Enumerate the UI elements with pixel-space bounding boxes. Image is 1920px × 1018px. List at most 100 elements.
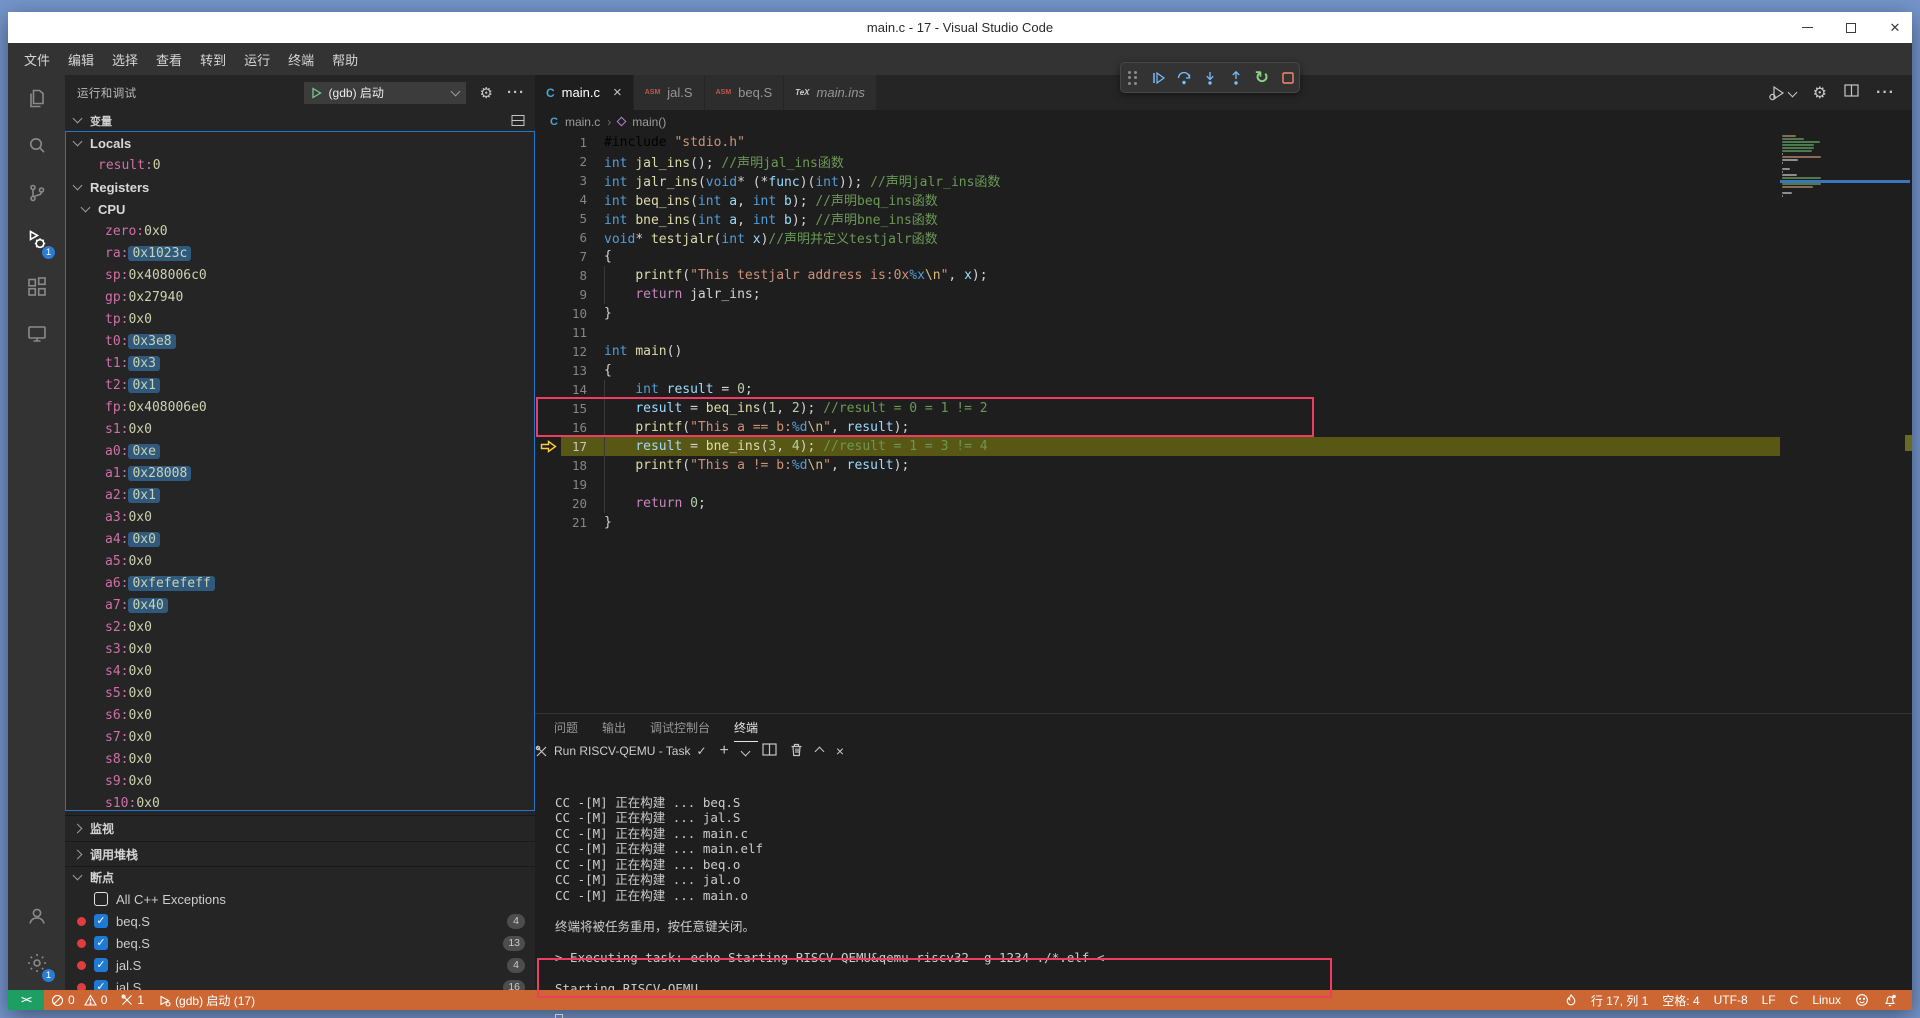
step-into-icon[interactable]: [1199, 66, 1222, 90]
variable-row[interactable]: result: 0: [66, 154, 534, 176]
line-number[interactable]: 11: [561, 325, 587, 340]
menu-item[interactable]: 帮助: [323, 45, 367, 74]
scope-row[interactable]: Locals: [66, 132, 534, 154]
account-icon[interactable]: [8, 892, 65, 939]
variables-tree[interactable]: Localsresult: 0RegistersCPUzero: 0x0ra: …: [65, 131, 535, 811]
editor-tab-main.ins[interactable]: TeXmain.ins: [784, 75, 877, 110]
variable-row[interactable]: a2: 0x1: [66, 484, 534, 506]
notifications-status[interactable]: [1876, 990, 1904, 1010]
line-number[interactable]: 8: [561, 268, 587, 283]
line-number[interactable]: 5: [561, 211, 587, 226]
variable-row[interactable]: t2: 0x1: [66, 374, 534, 396]
stop-icon[interactable]: [1276, 66, 1299, 90]
variable-row[interactable]: s7: 0x0: [66, 726, 534, 748]
breadcrumb[interactable]: C main.c › main(): [535, 110, 1912, 133]
watch-section-header[interactable]: 监视: [65, 815, 535, 841]
variable-row[interactable]: fp: 0x408006e0: [66, 396, 534, 418]
extension-flame-status[interactable]: [1558, 990, 1584, 1010]
variable-row[interactable]: s8: 0x0: [66, 748, 534, 770]
line-number[interactable]: 3: [561, 173, 587, 188]
step-out-icon[interactable]: [1224, 66, 1247, 90]
breakpoint-row[interactable]: ✓jal.S16: [65, 976, 535, 990]
search-icon[interactable]: [8, 122, 65, 169]
variable-row[interactable]: zero: 0x0: [66, 220, 534, 242]
variable-row[interactable]: s10: 0x0: [66, 792, 534, 811]
menu-item[interactable]: 文件: [15, 45, 59, 74]
breakpoint-row[interactable]: ✓jal.S4: [65, 954, 535, 976]
encoding-status[interactable]: UTF-8: [1707, 990, 1755, 1010]
variables-section-header[interactable]: 变量: [65, 110, 535, 131]
scope-row[interactable]: Registers: [66, 176, 534, 198]
more-actions-icon[interactable]: ···: [507, 84, 525, 101]
line-number[interactable]: 21: [561, 515, 587, 530]
checkbox-unchecked-icon[interactable]: [94, 892, 108, 906]
variable-row[interactable]: a0: 0xe: [66, 440, 534, 462]
menu-item[interactable]: 查看: [147, 45, 191, 74]
callstack-section-header[interactable]: 调用堆栈: [65, 841, 535, 866]
problems-status[interactable]: 0 0: [44, 990, 114, 1010]
line-number[interactable]: 10: [561, 306, 587, 321]
debug-settings-gear-icon[interactable]: ⚙: [480, 84, 493, 102]
feedback-status[interactable]: [1848, 990, 1876, 1010]
eol-status[interactable]: LF: [1755, 990, 1783, 1010]
variable-row[interactable]: a7: 0x40: [66, 594, 534, 616]
variable-row[interactable]: s1: 0x0: [66, 418, 534, 440]
drag-grip-icon[interactable]: [1121, 66, 1144, 90]
line-number[interactable]: 9: [561, 287, 587, 302]
menu-item[interactable]: 终端: [279, 45, 323, 74]
cursor-position-status[interactable]: 行 17, 列 1: [1584, 990, 1655, 1010]
variable-row[interactable]: a4: 0x0: [66, 528, 534, 550]
run-and-debug-icon[interactable]: 1: [8, 216, 65, 263]
line-number[interactable]: 19: [561, 477, 587, 492]
editor-tab-main.c[interactable]: Cmain.c×: [535, 75, 634, 110]
line-number[interactable]: 7: [561, 249, 587, 264]
editor-tab-jal.S[interactable]: ASMjal.S: [634, 75, 705, 110]
variable-row[interactable]: t1: 0x3: [66, 352, 534, 374]
explorer-icon[interactable]: [8, 75, 65, 122]
os-status[interactable]: Linux: [1805, 990, 1848, 1010]
variable-row[interactable]: ra: 0x1023c: [66, 242, 534, 264]
terminal[interactable]: CC -[M] 正在构建 ... beq.SCC -[M] 正在构建 ... j…: [535, 742, 1912, 990]
menu-item[interactable]: 转到: [191, 45, 235, 74]
line-number[interactable]: 18: [561, 458, 587, 473]
panel-tab-输出[interactable]: 输出: [602, 714, 626, 742]
line-number[interactable]: 1: [561, 135, 587, 150]
indentation-status[interactable]: 空格: 4: [1655, 990, 1706, 1010]
line-number[interactable]: 4: [561, 192, 587, 207]
panel-tab-调试控制台[interactable]: 调试控制台: [650, 714, 710, 742]
menu-item[interactable]: 编辑: [59, 45, 103, 74]
scope-row[interactable]: CPU: [66, 198, 534, 220]
remote-indicator[interactable]: ><: [8, 990, 44, 1010]
checkbox-checked-icon[interactable]: ✓: [94, 936, 108, 950]
line-number[interactable]: 14: [561, 382, 587, 397]
more-actions-icon[interactable]: ···: [1876, 84, 1895, 102]
panel-layout-icon[interactable]: [511, 114, 525, 127]
language-mode-status[interactable]: C: [1783, 990, 1806, 1010]
line-number[interactable]: 17: [561, 439, 587, 454]
line-number[interactable]: 20: [561, 496, 587, 511]
launch-config-dropdown[interactable]: (gdb) 启动: [304, 82, 466, 104]
variable-row[interactable]: s6: 0x0: [66, 704, 534, 726]
source-control-icon[interactable]: [8, 169, 65, 216]
panel-tab-终端[interactable]: 终端: [734, 714, 758, 742]
checkbox-checked-icon[interactable]: ✓: [94, 980, 108, 990]
menu-item[interactable]: 选择: [103, 45, 147, 74]
editor-settings-gear-icon[interactable]: ⚙: [1813, 83, 1827, 103]
checkbox-checked-icon[interactable]: ✓: [94, 958, 108, 972]
start-debug-icon[interactable]: [311, 87, 322, 99]
variable-row[interactable]: s5: 0x0: [66, 682, 534, 704]
extensions-icon[interactable]: [8, 263, 65, 310]
variable-row[interactable]: a1: 0x28008: [66, 462, 534, 484]
variable-row[interactable]: tp: 0x0: [66, 308, 534, 330]
editor-tab-beq.S[interactable]: ASMbeq.S: [705, 75, 785, 110]
restart-icon[interactable]: ↻: [1250, 66, 1273, 90]
breakpoint-exceptions-row[interactable]: All C++ Exceptions: [65, 888, 535, 910]
run-or-debug-icon[interactable]: [1768, 85, 1796, 101]
panel-tab-问题[interactable]: 问题: [554, 714, 578, 742]
breadcrumb-file[interactable]: main.c: [565, 115, 600, 129]
breadcrumb-symbol[interactable]: main(): [632, 115, 666, 129]
debug-current-line-arrow[interactable]: [535, 440, 561, 453]
continue-icon[interactable]: [1147, 66, 1170, 90]
variable-row[interactable]: t0: 0x3e8: [66, 330, 534, 352]
remote-explorer-icon[interactable]: [8, 310, 65, 357]
